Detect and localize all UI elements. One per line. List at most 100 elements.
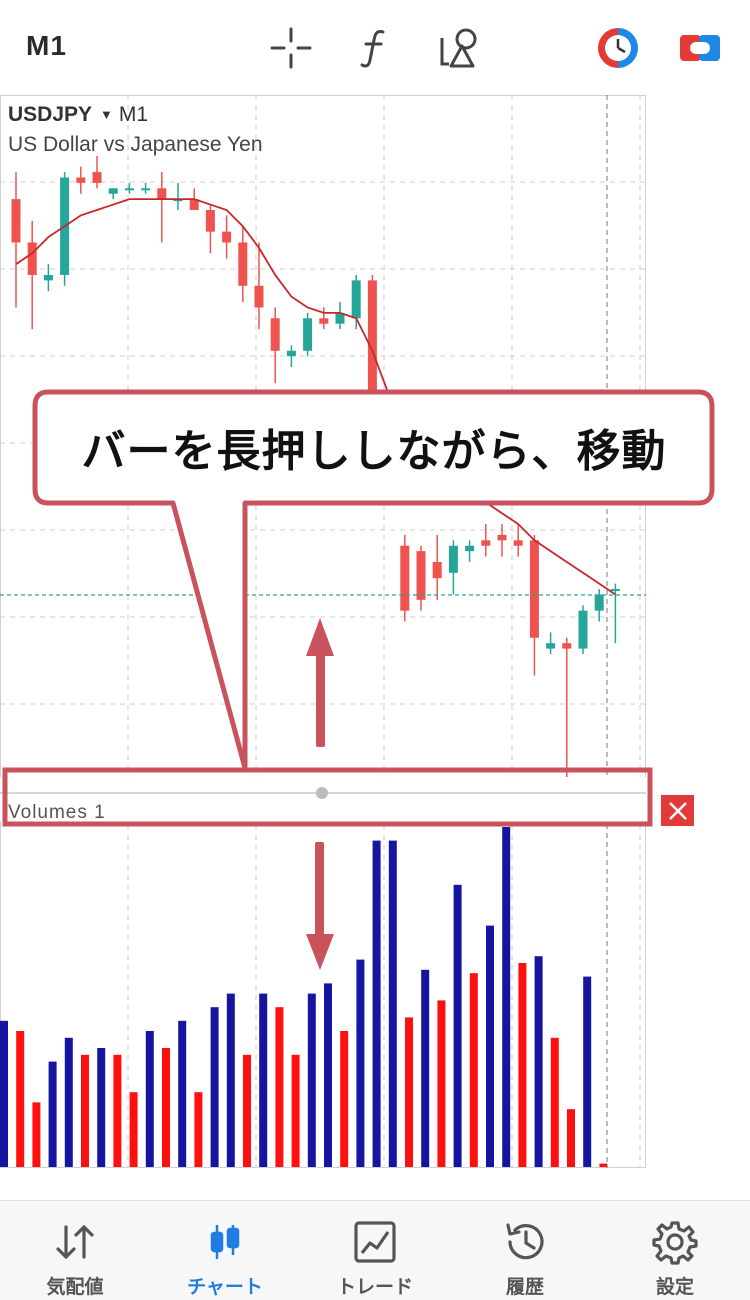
volume-bar xyxy=(64,1037,73,1167)
bottom-nav: 気配値 チャート トレード 履歴 設定 xyxy=(0,1200,750,1300)
volume-bar xyxy=(16,1031,25,1167)
volume-bar xyxy=(307,993,316,1167)
chart-timeframe: M1 xyxy=(118,103,149,126)
volume-bar xyxy=(356,959,365,1167)
candle-body xyxy=(513,540,523,546)
candle-body xyxy=(205,209,215,232)
candle-body xyxy=(270,318,280,351)
candle-body xyxy=(594,594,604,611)
candle-body xyxy=(610,589,620,592)
candle-body xyxy=(562,643,572,649)
candle-body xyxy=(546,643,556,649)
timeframe-button[interactable]: M1 xyxy=(26,30,67,62)
candle-body xyxy=(157,188,167,200)
close-indicator-button[interactable] xyxy=(661,795,694,826)
nav-item-trade[interactable]: トレード xyxy=(300,1201,450,1300)
chart-icon xyxy=(210,1225,240,1259)
candle-body xyxy=(351,280,361,319)
volume-bar xyxy=(340,1031,349,1167)
chart-area[interactable] xyxy=(0,95,646,1168)
volume-bar xyxy=(405,1017,413,1167)
nav-item-history[interactable]: 履歴 xyxy=(450,1201,600,1300)
settings-icon xyxy=(652,1221,698,1265)
volume-bar xyxy=(145,1031,154,1167)
volume-bar xyxy=(372,840,381,1167)
volume-bar xyxy=(469,973,478,1167)
volume-bar xyxy=(388,840,397,1167)
crosshair-icon[interactable] xyxy=(269,26,313,70)
candle-body xyxy=(254,285,264,308)
volume-bar xyxy=(291,1054,300,1167)
volume-bar xyxy=(421,969,430,1167)
candle-body xyxy=(432,561,442,579)
volume-bar xyxy=(113,1054,122,1167)
clock-icon[interactable] xyxy=(596,26,640,70)
candle-body xyxy=(124,188,134,191)
function-icon[interactable] xyxy=(353,26,397,70)
volume-bar xyxy=(226,993,235,1167)
nav-label: チャート xyxy=(187,1277,263,1298)
trade-icon xyxy=(354,1221,396,1263)
candle-body xyxy=(286,350,296,357)
volume-bar xyxy=(324,983,332,1167)
candle-body xyxy=(76,177,86,183)
chart-border xyxy=(0,95,646,1168)
volume-bar xyxy=(275,1007,284,1167)
symbol-name: USDJPY xyxy=(8,103,93,126)
nav-label: 気配値 xyxy=(46,1277,104,1298)
volume-bar xyxy=(32,1102,41,1167)
candle-body xyxy=(141,188,151,191)
history-icon xyxy=(506,1223,544,1260)
volume-indicator-label: Volumes 1 xyxy=(8,802,106,823)
nav-item-chart[interactable]: チャート xyxy=(150,1201,300,1300)
nav-label: 設定 xyxy=(655,1277,694,1298)
candle-body xyxy=(222,231,232,243)
volume-bar xyxy=(0,1020,8,1167)
symbol-label: USDJPY ▼ M1 xyxy=(8,103,148,127)
volume-bar xyxy=(162,1048,170,1167)
nav-item-settings[interactable]: 設定 xyxy=(600,1201,750,1300)
objects-icon[interactable] xyxy=(437,26,481,70)
candle-body xyxy=(92,172,102,183)
volume-bar xyxy=(518,963,527,1167)
volume-bar xyxy=(583,976,592,1167)
candle-body xyxy=(529,540,539,638)
candle-body xyxy=(481,540,491,546)
close-icon xyxy=(668,801,687,820)
candle-body xyxy=(27,242,37,275)
volume-bar xyxy=(129,1092,138,1167)
candle-body xyxy=(319,318,329,324)
price-chart xyxy=(0,95,646,1168)
volume-bar xyxy=(210,1007,219,1167)
volume-bar xyxy=(567,1109,575,1167)
nav-item-quotes[interactable]: 気配値 xyxy=(0,1201,150,1300)
volume-bar xyxy=(534,956,543,1167)
nav-label: 履歴 xyxy=(505,1277,544,1298)
volume-bar xyxy=(599,1163,608,1167)
candle-body xyxy=(108,188,118,194)
candle-body xyxy=(11,199,21,243)
candle-body xyxy=(465,545,475,552)
volume-bar xyxy=(453,884,462,1167)
quotes-icon xyxy=(56,1225,94,1259)
candle-body xyxy=(448,545,458,573)
volume-bar xyxy=(81,1054,89,1167)
nav-label: トレード xyxy=(336,1277,413,1298)
candle-body xyxy=(43,274,53,281)
volume-bar xyxy=(243,1054,251,1167)
volume-bar xyxy=(502,827,511,1167)
candle-body xyxy=(303,318,313,351)
volume-bar xyxy=(194,1092,203,1167)
top-toolbar: M1 xyxy=(0,0,750,95)
candle-body xyxy=(578,610,588,649)
volume-bar xyxy=(259,993,268,1167)
candle-body xyxy=(497,534,507,541)
volume-bar xyxy=(97,1048,106,1167)
candle-body xyxy=(400,545,410,611)
callout-text: バーを長押ししながら、移動 xyxy=(81,427,667,476)
candle-body xyxy=(416,551,426,600)
toggle-icon[interactable] xyxy=(678,26,722,70)
symbol-dropdown-icon[interactable]: ▼ xyxy=(100,107,113,122)
volume-bar xyxy=(486,925,494,1167)
volume-bar xyxy=(550,1037,559,1167)
